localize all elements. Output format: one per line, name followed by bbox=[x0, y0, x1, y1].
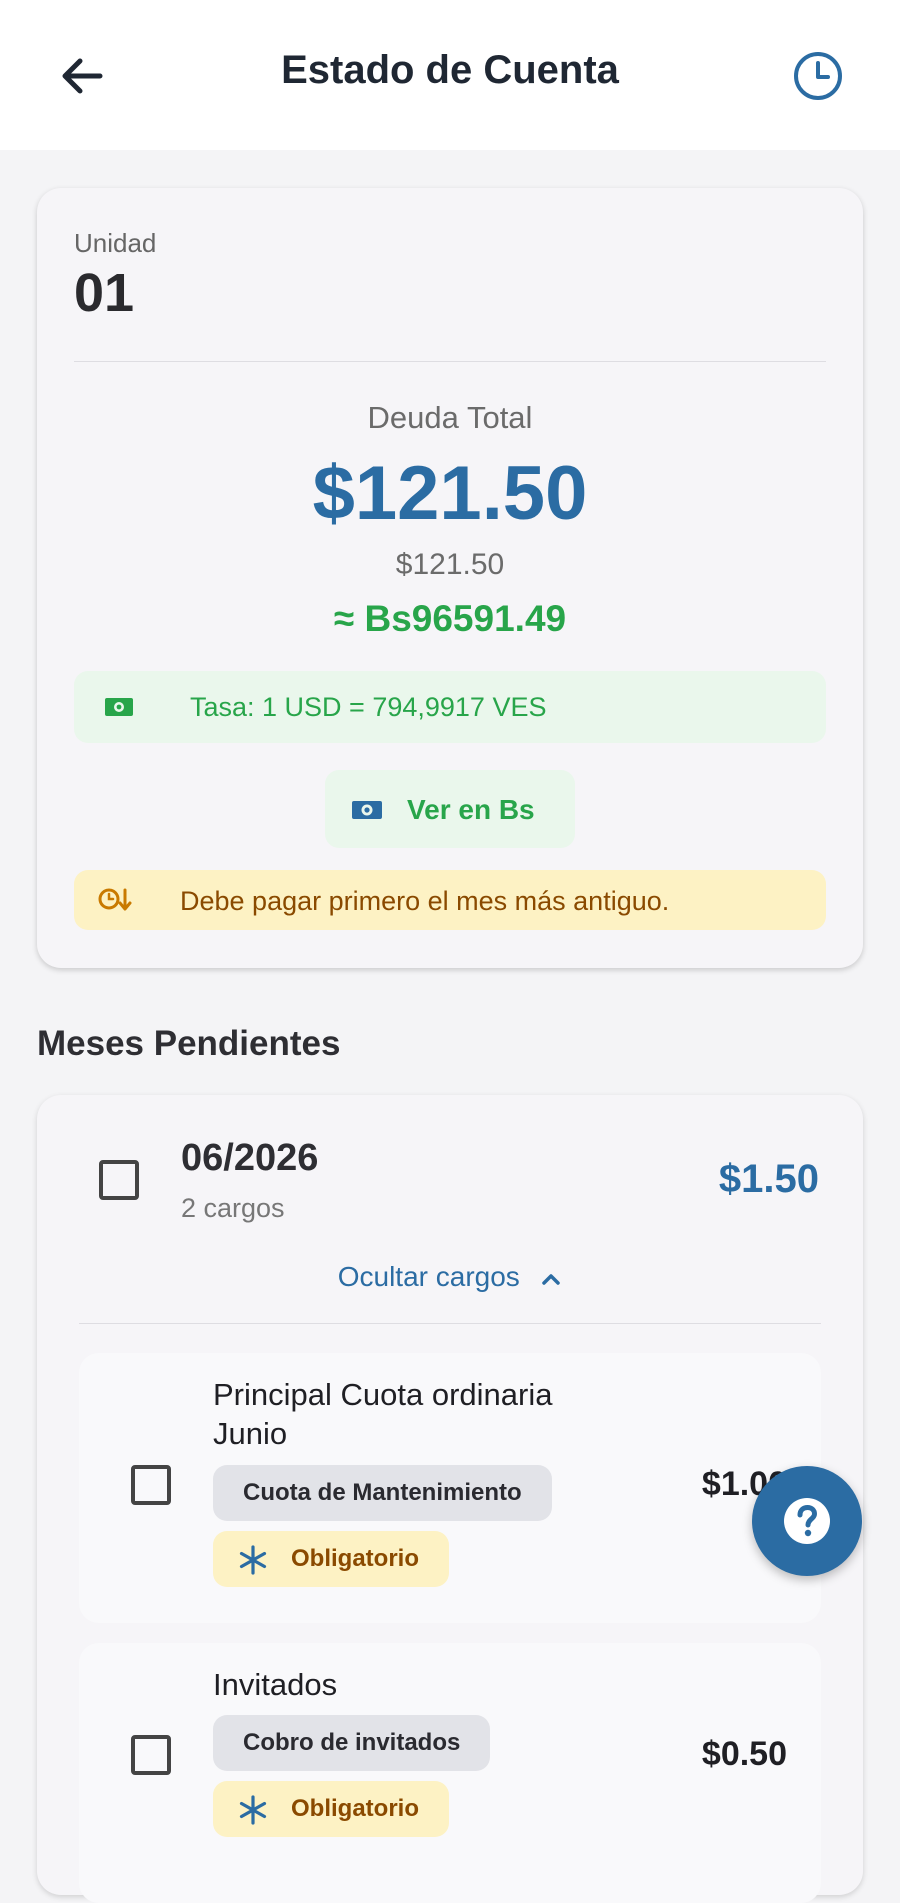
clock-icon bbox=[794, 52, 842, 100]
warning-text: Debe pagar primero el mes más antiguo. bbox=[180, 886, 670, 916]
month-checkbox[interactable] bbox=[99, 1160, 139, 1200]
app-bar: Estado de Cuenta bbox=[0, 0, 900, 150]
hide-charges-label: Ocultar cargos bbox=[337, 1261, 520, 1292]
section-title: Meses Pendientes bbox=[37, 1024, 341, 1063]
page-title: Estado de Cuenta bbox=[281, 48, 619, 92]
required-label: Obligatorio bbox=[291, 1545, 419, 1572]
total-debt-secondary: $121.50 bbox=[395, 548, 505, 581]
exchange-rate-box: Tasa: 1 USD = 794,9917 VES bbox=[74, 671, 826, 743]
total-debt-bolivares: ≈ Bs96591.49 bbox=[333, 598, 567, 639]
charge-item: Invitados Cobro de invitados Obligatorio… bbox=[79, 1643, 821, 1903]
charge-amount: $0.50 bbox=[701, 1735, 787, 1773]
unit-label: Unidad bbox=[74, 228, 157, 258]
total-debt-label: Deuda Total bbox=[367, 400, 533, 435]
pending-month-card: 06/2026 2 cargos $1.50 Ocultar cargos Pr… bbox=[37, 1095, 863, 1903]
view-in-bs-button[interactable]: Ver en Bs bbox=[325, 770, 575, 848]
asterisk-icon bbox=[239, 1795, 267, 1825]
charges-count: 2 cargos bbox=[181, 1193, 285, 1223]
banknote-icon bbox=[352, 801, 382, 819]
charge-type-tag: Cuota de Mantenimiento bbox=[213, 1465, 552, 1521]
charge-checkbox[interactable] bbox=[131, 1465, 171, 1505]
required-tag: Obligatorio bbox=[213, 1781, 449, 1837]
clock-sort-icon bbox=[98, 888, 132, 911]
banknote-icon bbox=[105, 698, 133, 716]
view-in-bs-label: Ver en Bs bbox=[407, 794, 535, 825]
exchange-rate-text: Tasa: 1 USD = 794,9917 VES bbox=[190, 692, 547, 722]
asterisk-icon bbox=[239, 1545, 267, 1575]
help-button[interactable] bbox=[752, 1466, 862, 1576]
charge-checkbox[interactable] bbox=[131, 1735, 171, 1775]
question-mark-icon bbox=[784, 1498, 830, 1544]
unit-value: 01 bbox=[74, 263, 135, 323]
month-name: 06/2026 bbox=[181, 1137, 319, 1179]
divider bbox=[74, 361, 826, 362]
history-button[interactable] bbox=[790, 48, 846, 104]
charge-item: Principal Cuota ordinaria Junio Cuota de… bbox=[79, 1353, 821, 1623]
total-debt-amount: $121.50 bbox=[312, 451, 588, 536]
charge-title: Invitados bbox=[213, 1667, 338, 1702]
hide-charges-toggle[interactable]: Ocultar cargos bbox=[37, 1261, 863, 1293]
charge-title: Principal Cuota ordinaria Junio bbox=[213, 1377, 553, 1451]
required-tag: Obligatorio bbox=[213, 1531, 449, 1587]
divider bbox=[79, 1323, 821, 1324]
chevron-up-icon bbox=[542, 1274, 561, 1285]
required-label: Obligatorio bbox=[291, 1795, 419, 1822]
month-total: $1.50 bbox=[718, 1157, 819, 1201]
oldest-month-warning: Debe pagar primero el mes más antiguo. bbox=[74, 870, 826, 930]
charge-type-tag: Cobro de invitados bbox=[213, 1715, 491, 1771]
account-summary-card: Unidad 01 Deuda Total $121.50 $121.50 ≈ … bbox=[37, 188, 863, 968]
